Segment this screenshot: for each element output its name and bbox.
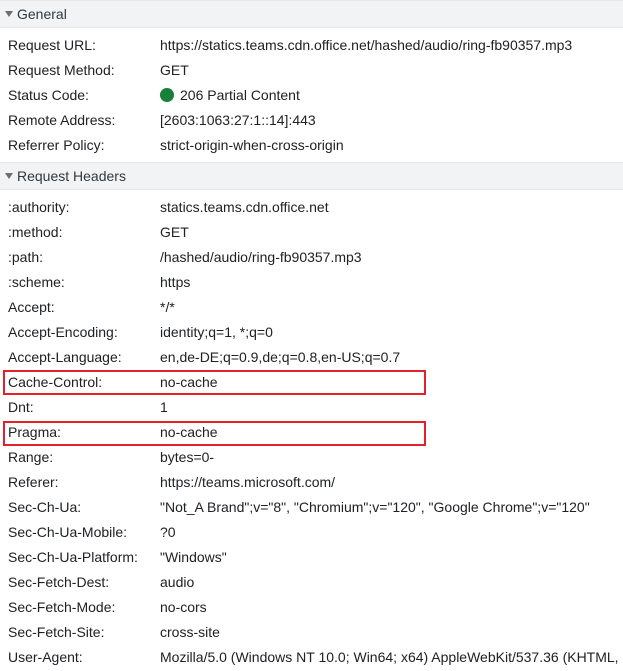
header-key: :method: bbox=[8, 224, 63, 240]
header-key: Accept: bbox=[8, 299, 55, 315]
pragma-highlight bbox=[3, 421, 426, 446]
header-row: Accept-Encoding: identity;q=1, *;q=0 bbox=[0, 321, 623, 346]
header-row: Accept-Language: en,de-DE;q=0.9,de;q=0.8,… bbox=[0, 346, 623, 371]
header-row: User-Agent: Mozilla/5.0 (Windows NT 10.0;… bbox=[0, 646, 623, 671]
header-row: Range: bytes=0- bbox=[0, 446, 623, 471]
header-value: */* bbox=[160, 299, 175, 315]
header-value: statics.teams.cdn.office.net bbox=[160, 199, 329, 215]
status-dot-icon bbox=[160, 88, 174, 102]
general-value-status: 206 Partial Content bbox=[160, 87, 300, 103]
header-row: Sec-Ch-Ua: "Not_A Brand";v="8", "Chromium… bbox=[0, 496, 623, 521]
header-value: Mozilla/5.0 (Windows NT 10.0; Win64; x64… bbox=[160, 649, 623, 665]
header-value: ?0 bbox=[160, 524, 176, 540]
general-key: Referrer Policy: bbox=[8, 137, 105, 153]
header-value: /hashed/audio/ring-fb90357.mp3 bbox=[160, 249, 362, 265]
request-headers-section-header[interactable]: Request Headers bbox=[0, 162, 623, 190]
header-value: cross-site bbox=[160, 624, 220, 640]
header-value: identity;q=1, *;q=0 bbox=[160, 324, 273, 340]
header-row: Sec-Ch-Ua-Mobile: ?0 bbox=[0, 521, 623, 546]
request-headers-section-title: Request Headers bbox=[17, 168, 126, 184]
header-key: :path: bbox=[8, 249, 44, 265]
general-row-remote-address: Remote Address: [2603:1063:27:1::14]:443 bbox=[0, 109, 623, 134]
header-row: :scheme: https bbox=[0, 271, 623, 296]
header-key: Sec-Fetch-Mode: bbox=[8, 599, 116, 615]
header-value: no-cors bbox=[160, 599, 207, 615]
header-key: Range: bbox=[8, 449, 54, 465]
collapse-triangle-icon[interactable] bbox=[5, 173, 13, 179]
collapse-triangle-icon[interactable] bbox=[5, 11, 13, 17]
header-key: Accept-Language: bbox=[8, 349, 122, 365]
general-row-request-url: Request URL: https://statics.teams.cdn.o… bbox=[0, 34, 623, 59]
general-row-referrer-policy: Referrer Policy: strict-origin-when-cros… bbox=[0, 134, 623, 159]
header-key: Sec-Fetch-Dest: bbox=[8, 574, 110, 590]
header-value: audio bbox=[160, 574, 195, 590]
general-key: Status Code: bbox=[8, 87, 89, 103]
general-row-request-method: Request Method: GET bbox=[0, 59, 623, 84]
general-value: strict-origin-when-cross-origin bbox=[160, 137, 344, 153]
header-row: Referer: https://teams.microsoft.com/ bbox=[0, 471, 623, 496]
cache-control-highlight bbox=[3, 370, 426, 395]
header-key: :scheme: bbox=[8, 274, 65, 290]
status-code-text: 206 Partial Content bbox=[180, 87, 300, 103]
general-value: [2603:1063:27:1::14]:443 bbox=[160, 112, 316, 128]
header-key: Sec-Fetch-Site: bbox=[8, 624, 105, 640]
header-key: Dnt: bbox=[8, 399, 34, 415]
header-key: User-Agent: bbox=[8, 649, 83, 665]
general-key: Request Method: bbox=[8, 62, 115, 78]
header-row: Sec-Ch-Ua-Platform: "Windows" bbox=[0, 546, 623, 571]
header-value: "Not_A Brand";v="8", "Chromium";v="120",… bbox=[160, 499, 590, 515]
header-value: https://teams.microsoft.com/ bbox=[160, 474, 336, 490]
header-row: :path: /hashed/audio/ring-fb90357.mp3 bbox=[0, 246, 623, 271]
general-value: https://statics.teams.cdn.office.net/has… bbox=[160, 37, 573, 53]
header-row: Sec-Fetch-Dest: audio bbox=[0, 571, 623, 596]
header-value: GET bbox=[160, 224, 189, 240]
header-key: Sec-Ch-Ua-Platform: bbox=[8, 549, 138, 565]
header-value: 1 bbox=[160, 399, 168, 415]
header-row: Accept: */* bbox=[0, 296, 623, 321]
header-key: Accept-Encoding: bbox=[8, 324, 118, 340]
header-row: Sec-Fetch-Site: cross-site bbox=[0, 621, 623, 646]
general-key: Request URL: bbox=[8, 37, 96, 53]
header-key: Sec-Ch-Ua-Mobile: bbox=[8, 524, 128, 540]
general-section-title: General bbox=[17, 6, 67, 22]
header-value: "Windows" bbox=[160, 549, 227, 565]
general-key: Remote Address: bbox=[8, 112, 116, 128]
header-key: :authority: bbox=[8, 199, 70, 215]
general-row-status-code: Status Code: 206 Partial Content bbox=[0, 84, 623, 109]
general-value: GET bbox=[160, 62, 189, 78]
header-key: Referer: bbox=[8, 474, 59, 490]
header-value: en,de-DE;q=0.9,de;q=0.8,en-US;q=0.7 bbox=[160, 349, 401, 365]
header-value: bytes=0- bbox=[160, 449, 215, 465]
header-row: :method: GET bbox=[0, 221, 623, 246]
header-row: Sec-Fetch-Mode: no-cors bbox=[0, 596, 623, 621]
header-row: :authority: statics.teams.cdn.office.net bbox=[0, 196, 623, 221]
header-key: Sec-Ch-Ua: bbox=[8, 499, 82, 515]
header-value: https bbox=[160, 274, 191, 290]
header-row: Dnt: 1 bbox=[0, 396, 623, 421]
general-section-header[interactable]: General bbox=[0, 0, 623, 28]
